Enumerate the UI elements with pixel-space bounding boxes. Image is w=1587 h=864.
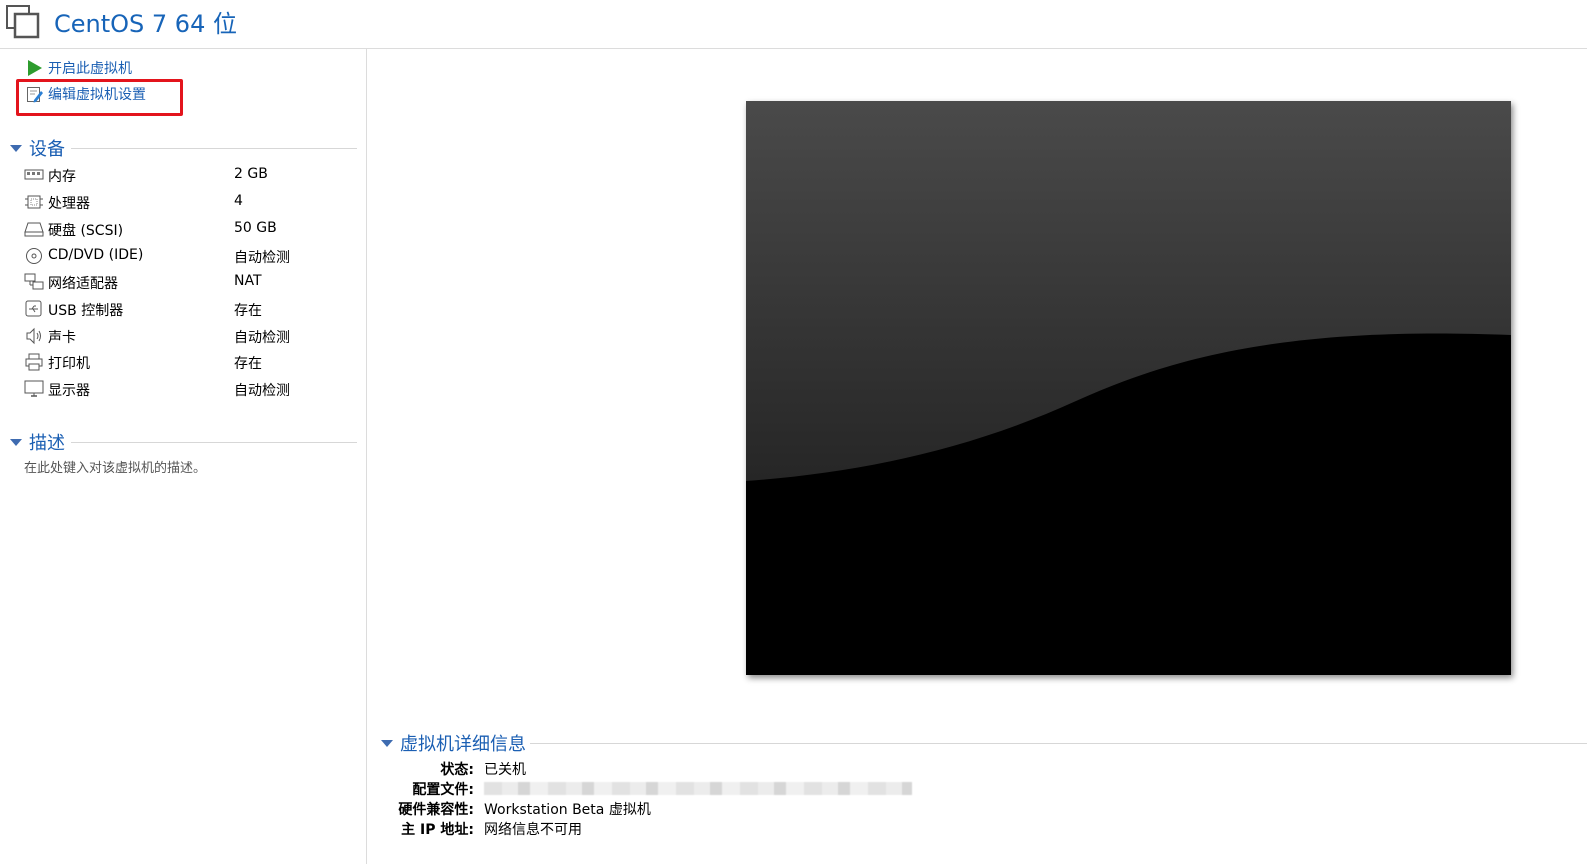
redacted-config-path	[484, 782, 912, 795]
vm-screen-preview[interactable]	[746, 101, 1511, 675]
device-name: 显示器	[48, 383, 90, 399]
device-value: NAT	[234, 273, 262, 289]
device-value: 存在	[234, 356, 262, 372]
printer-icon	[25, 353, 43, 371]
device-value: 50 GB	[234, 220, 277, 236]
description-input[interactable]: 在此处键入对该虚拟机的描述。	[24, 457, 206, 476]
device-value: 存在	[234, 303, 262, 319]
detail-key: 主 IP 地址:	[401, 822, 474, 838]
edit-vm-settings-link[interactable]: 编辑虚拟机设置	[26, 83, 146, 105]
device-row-usb[interactable]: USB 控制器 存在	[24, 298, 354, 320]
cpu-icon	[25, 195, 43, 209]
device-name: 处理器	[48, 196, 90, 212]
device-name: 打印机	[48, 356, 90, 372]
start-vm-label: 开启此虚拟机	[48, 61, 132, 77]
detail-row-hardware-compatibility: 硬件兼容性: Workstation Beta 虚拟机	[380, 799, 980, 819]
device-value: 自动检测	[234, 383, 290, 399]
left-panel: 开启此虚拟机 编辑虚拟机设置 设备 内存 2 GB 处理器 4 硬盘 (SCSI…	[0, 49, 367, 864]
device-value: 4	[234, 193, 243, 209]
virtual-machine-icon	[6, 5, 40, 39]
detail-key: 状态:	[440, 762, 474, 778]
section-divider	[71, 441, 357, 443]
detail-key: 配置文件:	[412, 782, 474, 798]
cd-dvd-icon	[26, 248, 42, 264]
device-row-display[interactable]: 显示器 自动检测	[24, 378, 354, 400]
vm-title: CentOS 7 64 位	[54, 10, 237, 38]
memory-icon	[24, 169, 44, 180]
detail-value: 已关机	[484, 762, 526, 778]
device-name: 内存	[48, 169, 76, 185]
collapse-triangle-icon	[10, 438, 22, 446]
detail-key: 硬件兼容性:	[398, 802, 474, 818]
device-row-printer[interactable]: 打印机 存在	[24, 351, 354, 373]
device-value: 自动检测	[234, 250, 290, 266]
detail-row-config-file: 配置文件:	[380, 779, 980, 799]
device-row-hard-disk[interactable]: 硬盘 (SCSI) 50 GB	[24, 218, 354, 240]
speaker-icon	[26, 327, 41, 345]
section-divider	[530, 742, 1587, 744]
device-name: CD/DVD (IDE)	[48, 247, 144, 263]
device-row-memory[interactable]: 内存 2 GB	[24, 164, 354, 186]
play-icon	[28, 60, 42, 76]
monitor-icon	[24, 380, 44, 397]
devices-section-label: 设备	[29, 139, 65, 160]
description-section-header[interactable]: 描述	[10, 430, 357, 454]
detail-row-ip-address: 主 IP 地址: 网络信息不可用	[380, 819, 980, 839]
device-name: USB 控制器	[48, 303, 124, 319]
collapse-triangle-icon	[381, 739, 393, 747]
device-name: 网络适配器	[48, 276, 118, 292]
detail-value: Workstation Beta 虚拟机	[484, 802, 651, 818]
network-adapter-icon	[24, 273, 44, 290]
device-row-cd-dvd[interactable]: CD/DVD (IDE) 自动检测	[24, 245, 354, 267]
device-row-cpu[interactable]: 处理器 4	[24, 191, 354, 213]
section-divider	[71, 147, 357, 149]
device-value: 2 GB	[234, 166, 268, 182]
device-name: 硬盘 (SCSI)	[48, 223, 124, 239]
vm-details-section-label: 虚拟机详细信息	[400, 734, 526, 755]
devices-section-header[interactable]: 设备	[10, 136, 357, 160]
device-value: 自动检测	[234, 330, 290, 346]
device-row-sound-card[interactable]: 声卡 自动检测	[24, 325, 354, 347]
device-name: 声卡	[48, 330, 76, 346]
usb-icon	[25, 300, 42, 317]
collapse-triangle-icon	[10, 144, 22, 152]
device-row-network-adapter[interactable]: 网络适配器 NAT	[24, 271, 354, 293]
start-vm-link[interactable]: 开启此虚拟机	[26, 57, 132, 79]
hard-disk-icon	[24, 222, 44, 237]
detail-value: 网络信息不可用	[484, 822, 582, 838]
edit-vm-settings-label: 编辑虚拟机设置	[48, 87, 146, 103]
edit-settings-icon	[27, 87, 43, 103]
vm-details-section-header[interactable]: 虚拟机详细信息	[381, 731, 1587, 755]
detail-row-state: 状态: 已关机	[380, 759, 980, 779]
description-section-label: 描述	[29, 433, 65, 454]
title-bar: CentOS 7 64 位	[0, 0, 1587, 49]
